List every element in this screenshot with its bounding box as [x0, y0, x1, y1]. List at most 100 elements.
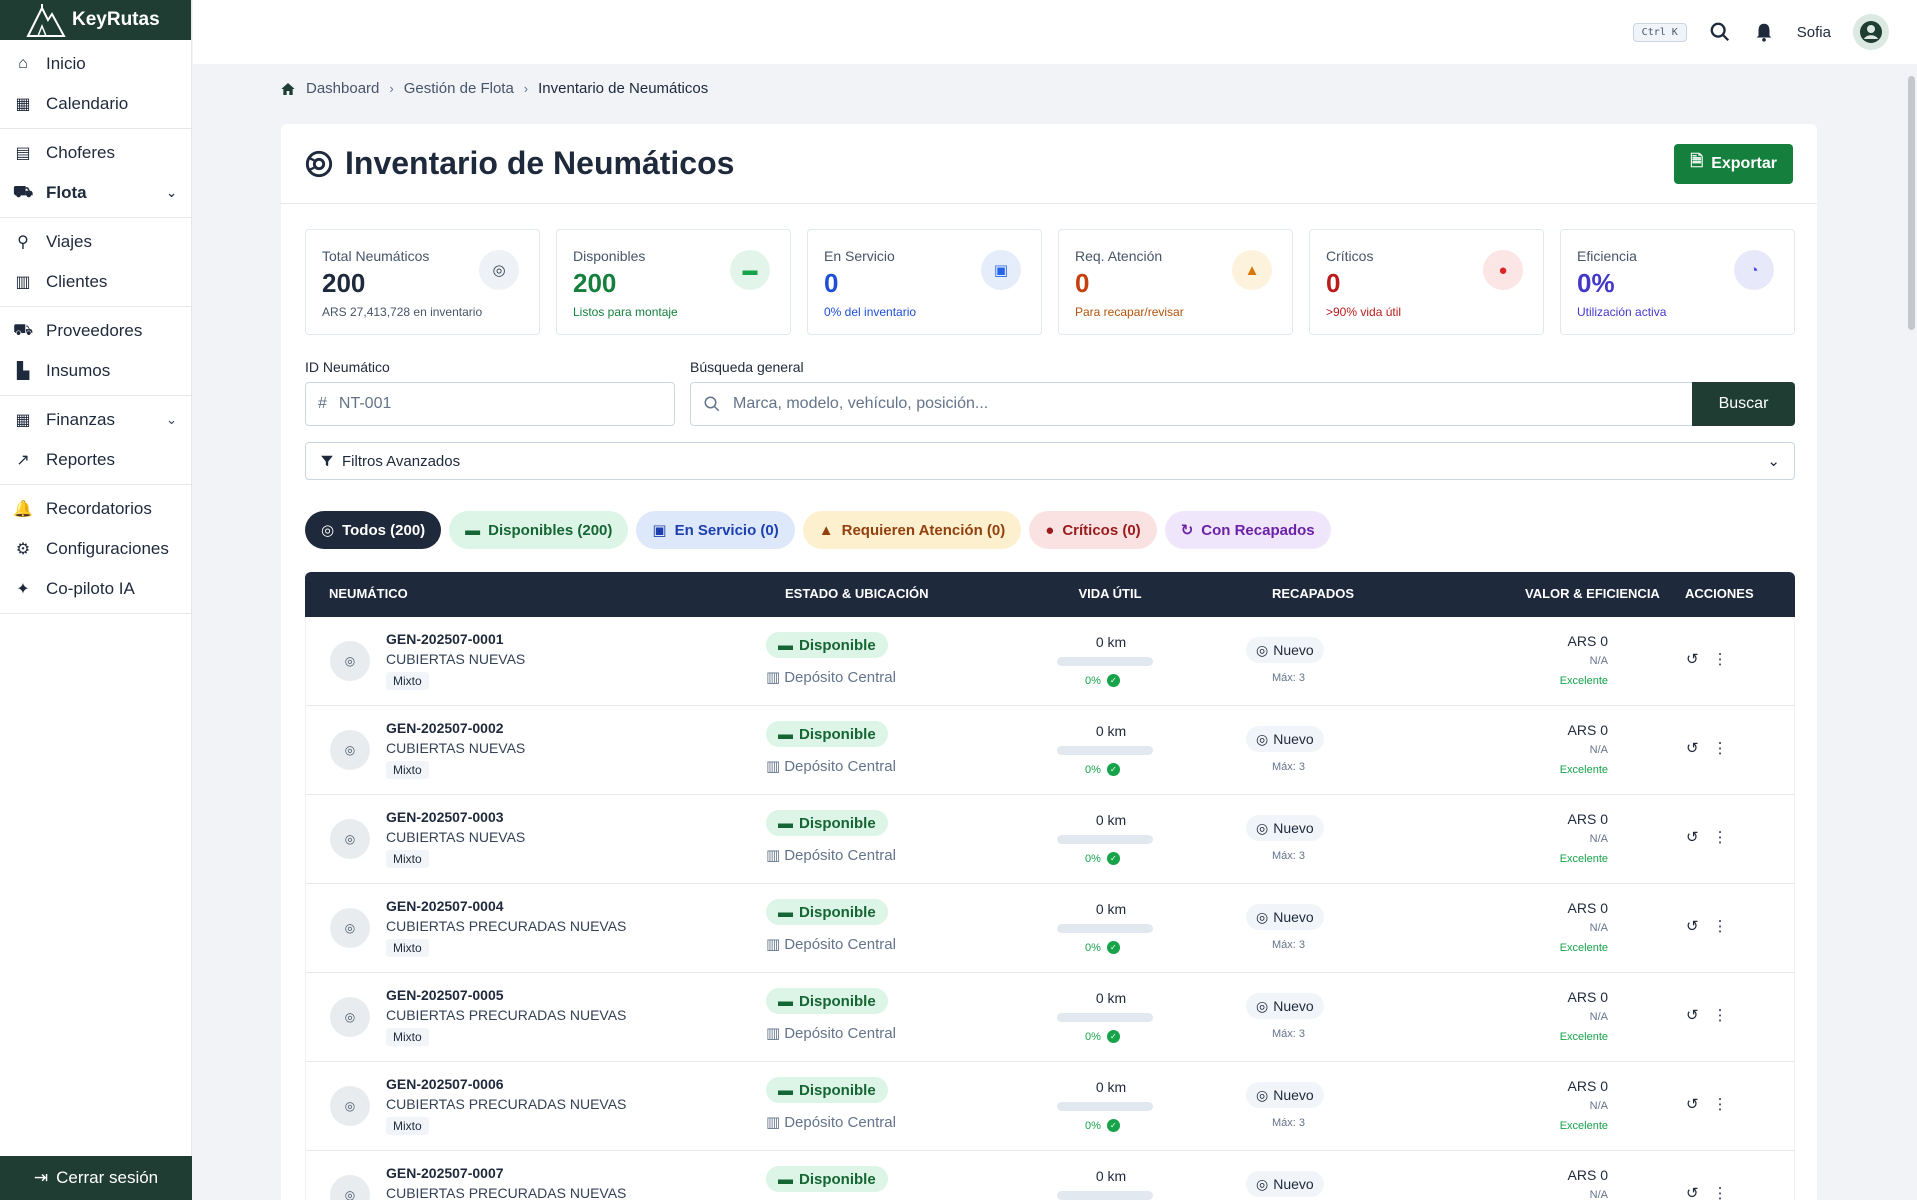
filter-pill[interactable]: ↻ Con Recapados: [1164, 511, 1331, 549]
history-icon[interactable]: ↺: [1686, 1095, 1699, 1113]
column-header[interactable]: NEUMÁTICO: [329, 586, 408, 601]
sidebar-item-choferes[interactable]: ▤ Choferes: [0, 133, 191, 173]
tire-icon: ◎: [330, 819, 370, 859]
check-circle-icon: ✓: [1106, 941, 1120, 954]
page-scrollbar[interactable]: [1907, 64, 1917, 1200]
tire-icon: ◎: [1256, 1175, 1269, 1192]
sidebar-item-inicio[interactable]: ⌂ Inicio: [0, 44, 191, 84]
sidebar-item-label: Recordatorios: [46, 499, 152, 518]
logout-icon: ⇥: [33, 1168, 49, 1187]
recap-badge: ◎ Nuevo: [1246, 726, 1324, 752]
tire-code[interactable]: GEN-202507-0003: [386, 809, 504, 825]
filter-pill-label: Críticos (0): [1062, 521, 1141, 539]
table-row[interactable]: ◎ GEN-202507-0007 CUBIERTAS PRECURADAS NUE…: [305, 1151, 1795, 1200]
stat-subtext: >90% vida útil: [1326, 305, 1402, 319]
location-label: Depósito Central: [784, 757, 896, 775]
more-vertical-icon[interactable]: ⋮: [1713, 1006, 1728, 1024]
advanced-filters-toggle[interactable]: Filtros Avanzados ⌄: [305, 442, 1795, 480]
life-progress-bar: [1057, 746, 1153, 755]
history-icon[interactable]: ↺: [1686, 650, 1699, 668]
general-search-input[interactable]: Marca, modelo, vehículo, posición...: [690, 382, 1693, 426]
more-vertical-icon[interactable]: ⋮: [1713, 828, 1728, 846]
more-vertical-icon[interactable]: ⋮: [1713, 1184, 1728, 1200]
history-icon[interactable]: ↺: [1686, 1006, 1699, 1024]
table-row[interactable]: ◎ GEN-202507-0004 CUBIERTAS PRECURADAS NUE…: [305, 884, 1795, 973]
value-ars: ARS 0: [1567, 633, 1608, 649]
life-progress-bar: [1057, 1102, 1153, 1111]
sidebar-item-clientes[interactable]: ▥ Clientes: [0, 262, 191, 302]
filter-pill[interactable]: ▬ Disponibles (200): [449, 511, 629, 549]
table-row[interactable]: ◎ GEN-202507-0003 CUBIERTAS NUEVAS Mixto ▬ Di…: [305, 795, 1795, 884]
sidebar-item-proveedores[interactable]: ⛟ Proveedores: [0, 311, 191, 351]
export-button[interactable]: 🗎 Exportar: [1674, 143, 1793, 184]
more-vertical-icon[interactable]: ⋮: [1713, 739, 1728, 757]
tire-icon: ◎: [479, 250, 519, 290]
refresh-icon: ↻: [1180, 522, 1194, 539]
app-logo[interactable]: KeyRutas: [0, 0, 191, 40]
table-row[interactable]: ◎ GEN-202507-0005 CUBIERTAS PRECURADAS NUE…: [305, 973, 1795, 1062]
sidebar-item-co-piloto-ia[interactable]: ✦ Co-piloto IA: [0, 569, 191, 609]
tire-id-input[interactable]: # NT-001: [305, 382, 675, 426]
scrollbar-thumb[interactable]: [1908, 76, 1915, 330]
sidebar-item-recordatorios[interactable]: 🔔 Recordatorios: [0, 489, 191, 529]
filter-pill[interactable]: ▣ En Servicio (0): [636, 511, 795, 549]
history-icon[interactable]: ↺: [1686, 917, 1699, 935]
table-row[interactable]: ◎ GEN-202507-0002 CUBIERTAS NUEVAS Mixto ▬ Di…: [305, 706, 1795, 795]
table-row[interactable]: ◎ GEN-202507-0001 CUBIERTAS NUEVAS Mixto ▬ Di…: [305, 617, 1795, 706]
general-search-label: Búsqueda general: [690, 359, 804, 375]
tire-code[interactable]: GEN-202507-0007: [386, 1165, 504, 1181]
sidebar-item-insumos[interactable]: ▙ Insumos: [0, 351, 191, 391]
breadcrumb-dashboard[interactable]: Dashboard: [306, 80, 379, 97]
sidebar-item-label: Co-piloto IA: [46, 579, 135, 598]
tire-code[interactable]: GEN-202507-0006: [386, 1076, 504, 1092]
column-header[interactable]: ESTADO & UBICACIÓN: [785, 586, 928, 601]
more-vertical-icon[interactable]: ⋮: [1713, 917, 1728, 935]
column-header[interactable]: ACCIONES: [1685, 586, 1754, 601]
sidebar-item-flota[interactable]: ⛟ Flota ⌄: [0, 173, 191, 213]
bus-icon: ▣: [652, 522, 667, 539]
card-header: Inventario de Neumáticos 🗎 Exportar: [281, 124, 1817, 204]
sidebar-item-viajes[interactable]: ⚲ Viajes: [0, 222, 191, 262]
search-button[interactable]: Buscar: [1692, 382, 1795, 426]
avatar[interactable]: [1853, 14, 1889, 50]
history-icon[interactable]: ↺: [1686, 1184, 1699, 1200]
table-row[interactable]: ◎ GEN-202507-0006 CUBIERTAS PRECURADAS NUE…: [305, 1062, 1795, 1151]
more-vertical-icon[interactable]: ⋮: [1713, 650, 1728, 668]
logout-button[interactable]: ⇥ Cerrar sesión: [0, 1156, 192, 1200]
location: ▥ Depósito Central: [766, 1113, 896, 1132]
life-progress-bar: [1057, 657, 1153, 666]
search-icon[interactable]: [1709, 21, 1731, 43]
tire-icon: ◎: [330, 641, 370, 681]
history-icon[interactable]: ↺: [1686, 828, 1699, 846]
search-icon: [704, 396, 720, 412]
sidebar-item-finanzas[interactable]: ▦ Finanzas ⌄: [0, 400, 191, 440]
bell-icon[interactable]: [1753, 21, 1775, 43]
sidebar-item-reportes[interactable]: ↗ Reportes: [0, 440, 191, 480]
home-icon[interactable]: [280, 81, 296, 97]
column-header[interactable]: VIDA ÚTIL: [1060, 586, 1160, 601]
status-label: Disponible: [799, 725, 876, 743]
recap-label: Nuevo: [1273, 998, 1314, 1014]
sidebar-item-configuraciones[interactable]: ⚙ Configuraciones: [0, 529, 191, 569]
command-shortcut-hint[interactable]: Ctrl K: [1632, 22, 1687, 42]
tire-code[interactable]: GEN-202507-0005: [386, 987, 504, 1003]
column-header[interactable]: VALOR & EFICIENCIA: [1525, 586, 1660, 601]
warning-icon: ▲: [1232, 250, 1272, 290]
breadcrumb-fleet[interactable]: Gestión de Flota: [404, 80, 514, 97]
tire-code[interactable]: GEN-202507-0001: [386, 631, 504, 647]
tire-icon: ◎: [1256, 730, 1269, 747]
value-ars: ARS 0: [1567, 1078, 1608, 1094]
sidebar-item-calendario[interactable]: ▦ Calendario: [0, 84, 191, 124]
tire-icon: ◎: [330, 997, 370, 1037]
more-vertical-icon[interactable]: ⋮: [1713, 1095, 1728, 1113]
column-header[interactable]: RECAPADOS: [1253, 586, 1373, 601]
filter-pill[interactable]: ▲ Requieren Atención (0): [802, 511, 1022, 549]
status-badge: ▬ Disponible: [766, 1166, 888, 1192]
tire-code[interactable]: GEN-202507-0002: [386, 720, 504, 736]
filter-pill[interactable]: ◎ Todos (200): [305, 511, 442, 549]
filter-pill[interactable]: ● Críticos (0): [1029, 511, 1157, 549]
history-icon[interactable]: ↺: [1686, 739, 1699, 757]
tire-code[interactable]: GEN-202507-0004: [386, 898, 504, 914]
km-value: 0 km: [1095, 634, 1127, 650]
user-name[interactable]: Sofia: [1797, 24, 1831, 41]
